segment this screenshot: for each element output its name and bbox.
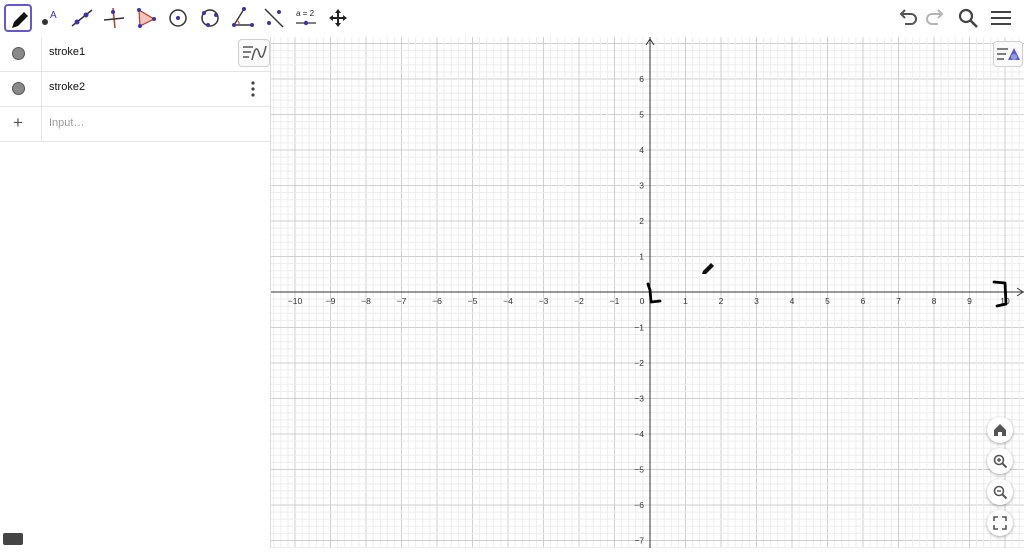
- origin-label: 0: [640, 296, 645, 306]
- x-tick-label: 2: [719, 296, 724, 306]
- toolbar: A a = 2: [0, 0, 1024, 37]
- visibility-dot-icon[interactable]: [12, 47, 25, 60]
- x-tick-label: −6: [432, 296, 442, 306]
- main-menu-button[interactable]: [989, 6, 1013, 30]
- more-options-icon[interactable]: [246, 80, 260, 98]
- circle-three-points-icon: [201, 9, 219, 27]
- keyboard-icon[interactable]: [3, 533, 23, 545]
- perpendicular-line-tool-button[interactable]: [100, 4, 128, 32]
- algebra-item-label[interactable]: stroke1: [49, 46, 85, 58]
- x-tick-label: −1: [610, 296, 620, 306]
- x-tick-label: −4: [503, 296, 513, 306]
- y-tick-label: 1: [639, 252, 644, 262]
- x-tick-label: −8: [361, 296, 371, 306]
- fullscreen-button[interactable]: [987, 510, 1013, 536]
- input-bar[interactable]: Input…: [49, 117, 84, 129]
- add-item-button[interactable]: +: [0, 107, 42, 141]
- pen-cursor-icon: [702, 263, 714, 274]
- line-tool-button[interactable]: [68, 4, 96, 32]
- zoom-in-button[interactable]: [987, 448, 1013, 474]
- home-icon: [994, 424, 1006, 436]
- x-tick-label: 6: [861, 296, 866, 306]
- algebra-style-icon: [243, 45, 267, 61]
- point-tool-button[interactable]: A: [36, 4, 64, 32]
- circle-center-icon: [169, 9, 187, 27]
- algebra-item-stroke1[interactable]: stroke1: [0, 37, 270, 72]
- undo-button[interactable]: [896, 6, 920, 30]
- move-graphics-view-tool-button[interactable]: [324, 4, 352, 32]
- home-button[interactable]: [987, 417, 1013, 443]
- zoom-out-icon: [993, 485, 1008, 500]
- plus-icon: +: [13, 113, 23, 132]
- y-tick-label: 4: [639, 145, 644, 155]
- circle-three-points-tool-button[interactable]: [196, 4, 224, 32]
- angle-icon: [232, 7, 254, 27]
- x-tick-label: 8: [932, 296, 937, 306]
- pen-icon: [12, 12, 28, 28]
- slider-tool-button[interactable]: a = 2: [292, 4, 320, 32]
- redo-button[interactable]: [923, 6, 947, 30]
- y-tick-label: 6: [639, 74, 644, 84]
- svg-text:A: A: [50, 10, 57, 21]
- pen-tool-button[interactable]: [4, 4, 32, 32]
- y-tick-label: 3: [639, 181, 644, 191]
- visibility-dot-icon[interactable]: [12, 82, 25, 95]
- polygon-tool-button[interactable]: [132, 4, 160, 32]
- menu-icon: [991, 11, 1011, 25]
- line-icon: [71, 9, 93, 27]
- algebra-style-bar-button[interactable]: [238, 39, 270, 67]
- x-tick-label: 4: [790, 296, 795, 306]
- y-tick-label: 5: [639, 110, 644, 120]
- graphics-style-bar-button[interactable]: [993, 41, 1023, 67]
- y-tick-label: −6: [634, 500, 644, 510]
- x-tick-label: −3: [539, 296, 549, 306]
- visibility-toggle[interactable]: [0, 72, 42, 106]
- y-tick-label: −3: [634, 394, 644, 404]
- coordinate-plane[interactable]: −10 −9 −8 −7 −6 −5 −4 −3 −2 −1 1 2 3 4 5 6 7 8 9 100654321−…: [271, 37, 1024, 549]
- x-tick-label: −2: [574, 296, 584, 306]
- x-tick-label: −5: [468, 296, 478, 306]
- x-tick-label: −7: [397, 296, 407, 306]
- y-tick-label: 2: [639, 216, 644, 226]
- point-icon: A: [42, 10, 57, 25]
- polygon-icon: [137, 8, 156, 28]
- x-tick-label: 9: [967, 296, 972, 306]
- x-tick-label: −10: [288, 296, 303, 306]
- reflect-about-line-tool-button[interactable]: [260, 4, 288, 32]
- x-tick-label: 1: [683, 296, 688, 306]
- algebra-view: stroke1 stroke2 + Input…: [0, 37, 271, 548]
- slider-icon: [296, 20, 316, 26]
- x-tick-label: 7: [896, 296, 901, 306]
- algebra-input-row[interactable]: + Input…: [0, 107, 270, 142]
- zoom-in-icon: [993, 454, 1008, 469]
- y-tick-label: −4: [634, 429, 644, 439]
- x-tick-label: 5: [825, 296, 830, 306]
- redo-icon: [926, 9, 944, 25]
- y-tick-label: −1: [634, 323, 644, 333]
- angle-tool-button[interactable]: [228, 4, 256, 32]
- x-tick-label: −9: [326, 296, 336, 306]
- circle-center-point-tool-button[interactable]: [164, 4, 192, 32]
- x-tick-label: 3: [754, 296, 759, 306]
- visibility-toggle[interactable]: [0, 37, 42, 71]
- undo-icon: [899, 9, 917, 25]
- move-arrows-icon: [329, 9, 347, 27]
- reflect-icon: [264, 8, 284, 28]
- perpendicular-line-icon: [103, 7, 125, 29]
- graphics-style-icon: [997, 48, 1020, 60]
- y-tick-label: −2: [634, 358, 644, 368]
- graphics-view[interactable]: −10 −9 −8 −7 −6 −5 −4 −3 −2 −1 1 2 3 4 5 6 7 8 9 10 0 6 5 4 3 2 1−…: [271, 37, 1024, 549]
- algebra-item-stroke2[interactable]: stroke2: [0, 72, 270, 107]
- search-icon: [958, 8, 978, 28]
- search-button[interactable]: [956, 6, 980, 30]
- y-tick-label: −7: [634, 536, 644, 546]
- algebra-item-label[interactable]: stroke2: [49, 81, 85, 93]
- y-tick-label: −5: [634, 465, 644, 475]
- fullscreen-icon: [993, 516, 1007, 530]
- zoom-out-button[interactable]: [987, 479, 1013, 505]
